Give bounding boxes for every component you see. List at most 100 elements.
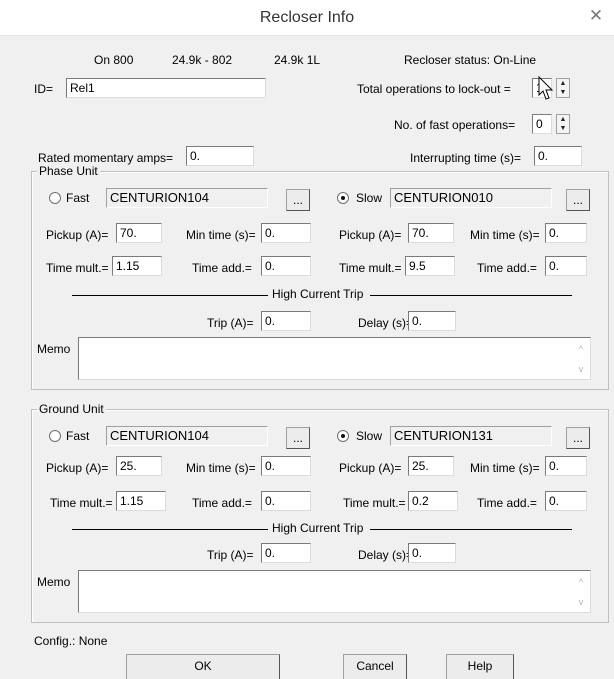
ground-delay-field[interactable]: 0. bbox=[408, 543, 456, 563]
phase-slow-pickup-label: Pickup (A)= bbox=[339, 228, 402, 242]
total-ops-label: Total operations to lock-out = bbox=[357, 82, 511, 96]
ground-memo-label: Memo bbox=[37, 575, 71, 589]
recloser-status-text: Recloser status: On-Line bbox=[404, 53, 537, 67]
ground-memo-textarea[interactable]: ^ v bbox=[78, 570, 591, 613]
phase-fast-time-add-label: Time add.= bbox=[192, 261, 252, 275]
ground-fast-pickup-field[interactable]: 25. bbox=[116, 456, 162, 476]
ground-slow-pickup-field[interactable]: 25. bbox=[408, 456, 454, 476]
phase-delay-field[interactable]: 0. bbox=[408, 311, 456, 331]
ground-slow-time-mult-label: Time mult.= bbox=[343, 496, 406, 510]
ground-slow-browse-button[interactable]: ... bbox=[566, 427, 590, 449]
phase-fast-min-time-label: Min time (s)= bbox=[186, 228, 256, 242]
phase-slow-time-add-label: Time add.= bbox=[477, 261, 537, 275]
fast-ops-field[interactable]: 0 bbox=[532, 114, 552, 134]
phase-fast-label: Fast bbox=[66, 191, 90, 205]
ground-fast-label: Fast bbox=[66, 429, 90, 443]
ground-trip-label: Trip (A)= bbox=[207, 548, 254, 562]
phase-fast-browse-button[interactable]: ... bbox=[286, 189, 310, 211]
ground-fast-pickup-label: Pickup (A)= bbox=[46, 461, 109, 475]
divider-line bbox=[370, 529, 572, 530]
window-title: Recloser Info bbox=[259, 9, 355, 26]
ground-slow-pickup-label: Pickup (A)= bbox=[339, 461, 402, 475]
phase-unit-title: Phase Unit bbox=[37, 164, 100, 178]
phase-slow-label: Slow bbox=[356, 191, 383, 205]
phase-slow-min-time-field[interactable]: 0. bbox=[545, 223, 587, 243]
ground-slow-curve-field: CENTURION131 bbox=[390, 426, 552, 446]
scroll-down-icon[interactable]: v bbox=[576, 597, 586, 607]
ok-button[interactable]: OK bbox=[126, 654, 280, 679]
title-bar: Recloser Info ✕ bbox=[0, 0, 614, 36]
ground-slow-label: Slow bbox=[356, 429, 383, 443]
phase-slow-pickup-field[interactable]: 70. bbox=[408, 223, 454, 243]
ground-slow-time-add-label: Time add.= bbox=[477, 496, 537, 510]
phase-fast-radio[interactable] bbox=[49, 192, 61, 204]
config-text: Config.: None bbox=[34, 634, 108, 648]
id-label: ID= bbox=[34, 82, 54, 96]
mouse-cursor-icon bbox=[538, 76, 554, 100]
ground-fast-time-add-field[interactable]: 0. bbox=[261, 491, 311, 511]
divider-line bbox=[370, 295, 572, 296]
phase-memo-label: Memo bbox=[37, 342, 71, 356]
phase-fast-pickup-label: Pickup (A)= bbox=[46, 228, 109, 242]
phase-fast-time-mult-field[interactable]: 1.15 bbox=[112, 256, 162, 276]
phase-slow-radio[interactable] bbox=[337, 192, 349, 204]
phase-slow-time-mult-label: Time mult.= bbox=[339, 261, 402, 275]
phase-memo-text bbox=[79, 338, 590, 342]
phase-fast-curve-field: CENTURION104 bbox=[106, 188, 268, 208]
phase-delay-label: Delay (s)= bbox=[358, 316, 414, 330]
ground-fast-min-time-label: Min time (s)= bbox=[186, 461, 256, 475]
phase-trip-label: Trip (A)= bbox=[207, 316, 254, 330]
ground-fast-radio[interactable] bbox=[49, 430, 61, 442]
divider-line bbox=[72, 529, 268, 530]
phase-slow-browse-button[interactable]: ... bbox=[566, 189, 590, 211]
scroll-up-icon[interactable]: ^ bbox=[576, 344, 586, 354]
ground-delay-label: Delay (s)= bbox=[358, 548, 414, 562]
phase-fast-min-time-field[interactable]: 0. bbox=[261, 223, 311, 243]
phase-high-current-trip-label: High Current Trip bbox=[272, 287, 364, 301]
fast-ops-label: No. of fast operations= bbox=[394, 118, 516, 132]
ground-high-current-trip-label: High Current Trip bbox=[272, 521, 364, 535]
location-code-text: 24.9k 1L bbox=[274, 53, 321, 67]
fast-ops-spinner[interactable]: ▲ ▼ bbox=[556, 114, 570, 134]
phase-memo-textarea[interactable]: ^ v bbox=[78, 337, 591, 380]
ground-slow-time-add-field[interactable]: 0. bbox=[545, 491, 587, 511]
spin-down-icon[interactable]: ▼ bbox=[557, 88, 569, 97]
ground-fast-time-mult-label: Time mult.= bbox=[50, 496, 113, 510]
on-device-text: On 800 bbox=[94, 53, 134, 67]
ground-slow-min-time-field[interactable]: 0. bbox=[545, 456, 587, 476]
ground-fast-browse-button[interactable]: ... bbox=[286, 427, 310, 449]
spin-up-icon[interactable]: ▲ bbox=[557, 79, 569, 88]
phase-trip-field[interactable]: 0. bbox=[261, 311, 311, 331]
spin-up-icon[interactable]: ▲ bbox=[557, 115, 569, 124]
phase-fast-pickup-field[interactable]: 70. bbox=[116, 223, 162, 243]
cancel-button[interactable]: Cancel bbox=[343, 654, 407, 679]
ground-unit-title: Ground Unit bbox=[37, 402, 106, 416]
rated-amps-field[interactable]: 0. bbox=[186, 146, 254, 166]
phase-slow-min-time-label: Min time (s)= bbox=[470, 228, 540, 242]
interrupting-time-label: Interrupting time (s)= bbox=[410, 151, 522, 165]
ground-slow-min-time-label: Min time (s)= bbox=[470, 461, 540, 475]
close-icon[interactable]: ✕ bbox=[582, 4, 610, 30]
spin-down-icon[interactable]: ▼ bbox=[557, 124, 569, 133]
phase-fast-time-add-field[interactable]: 0. bbox=[261, 256, 311, 276]
phase-slow-curve-field: CENTURION010 bbox=[390, 188, 552, 208]
phase-slow-time-mult-field[interactable]: 9.5 bbox=[405, 256, 455, 276]
divider-line bbox=[72, 295, 268, 296]
location-range-text: 24.9k - 802 bbox=[172, 53, 233, 67]
ground-fast-min-time-field[interactable]: 0. bbox=[261, 456, 311, 476]
ground-slow-radio[interactable] bbox=[337, 430, 349, 442]
ground-fast-time-add-label: Time add.= bbox=[192, 496, 252, 510]
scroll-up-icon[interactable]: ^ bbox=[576, 577, 586, 587]
ground-slow-time-mult-field[interactable]: 0.2 bbox=[408, 491, 458, 511]
ground-memo-text bbox=[79, 571, 590, 575]
phase-slow-time-add-field[interactable]: 0. bbox=[545, 256, 587, 276]
ground-fast-curve-field: CENTURION104 bbox=[106, 426, 268, 446]
help-button[interactable]: Help bbox=[446, 654, 514, 679]
ground-fast-time-mult-field[interactable]: 1.15 bbox=[116, 491, 166, 511]
scroll-down-icon[interactable]: v bbox=[576, 364, 586, 374]
total-ops-spinner[interactable]: ▲ ▼ bbox=[556, 78, 570, 98]
ground-trip-field[interactable]: 0. bbox=[261, 543, 311, 563]
interrupting-time-field[interactable]: 0. bbox=[534, 146, 582, 166]
id-field[interactable]: Rel1 bbox=[66, 78, 266, 98]
phase-fast-time-mult-label: Time mult.= bbox=[46, 261, 109, 275]
